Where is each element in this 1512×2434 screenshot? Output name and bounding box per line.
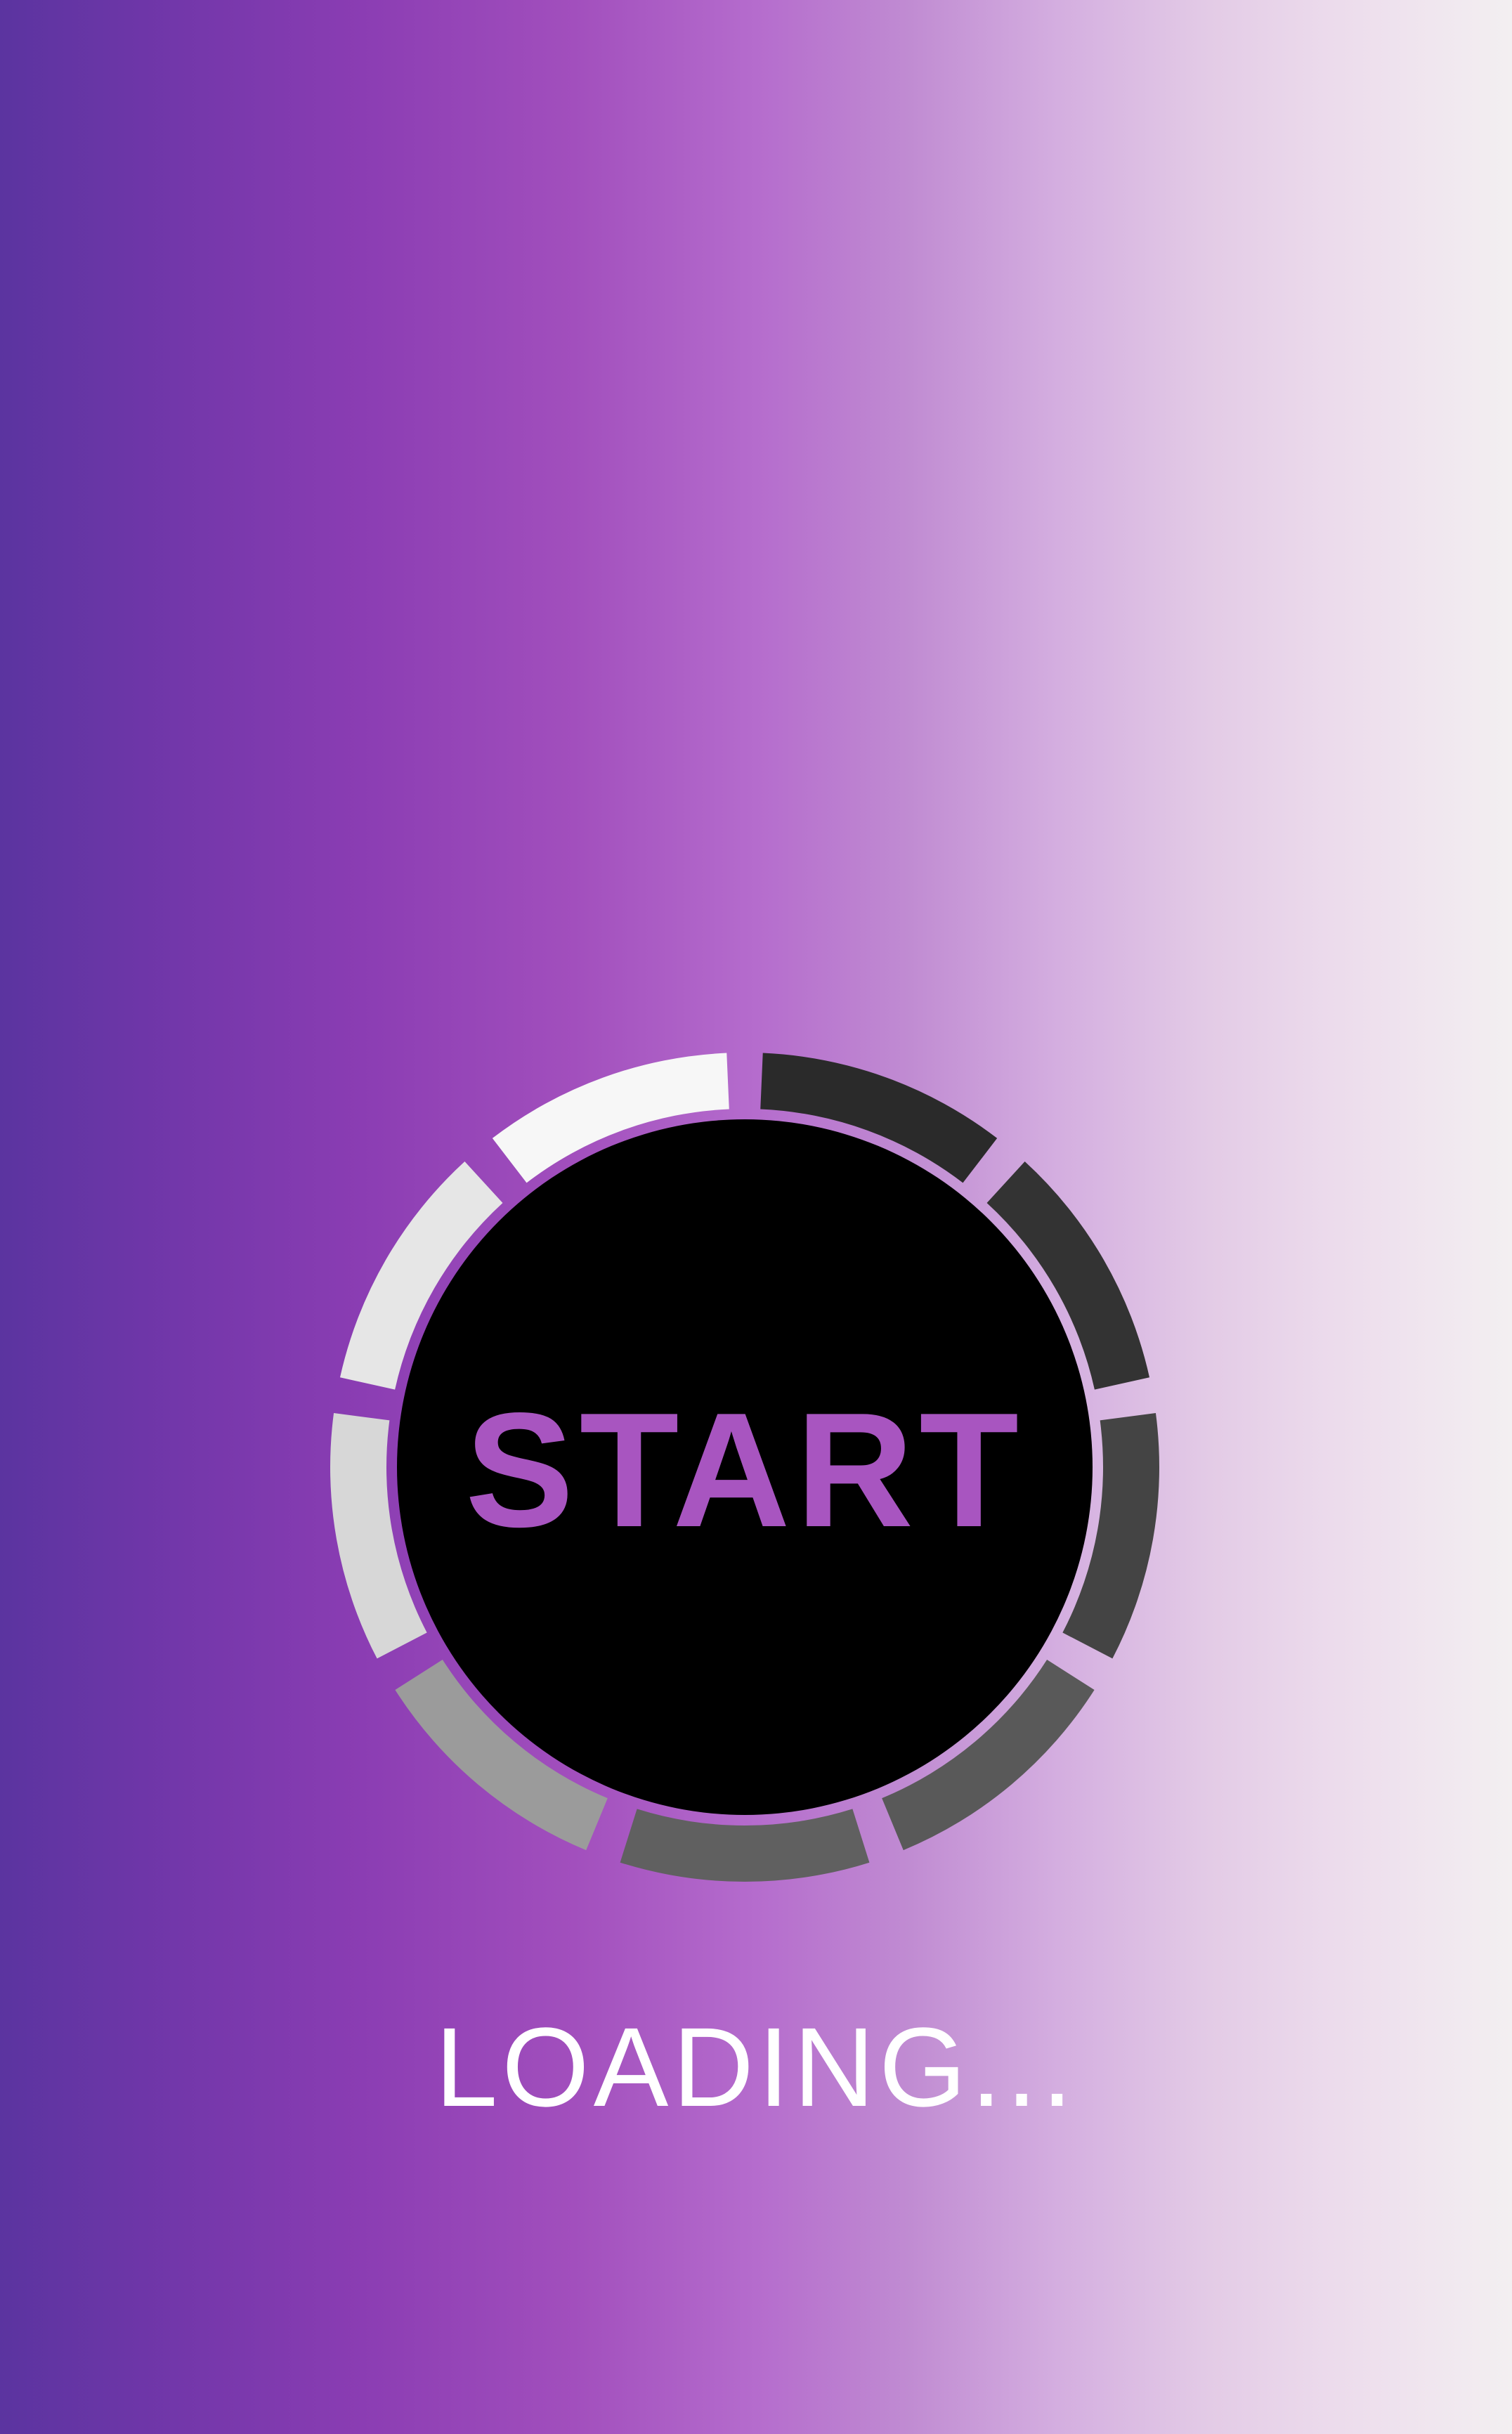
start-label: START bbox=[465, 1379, 1024, 1561]
loading-text: LOADING... bbox=[435, 2004, 1077, 2130]
start-button[interactable]: START bbox=[330, 1046, 1159, 1889]
progress-segment bbox=[620, 1809, 870, 1882]
start-button-graphic: START bbox=[330, 1053, 1159, 1882]
